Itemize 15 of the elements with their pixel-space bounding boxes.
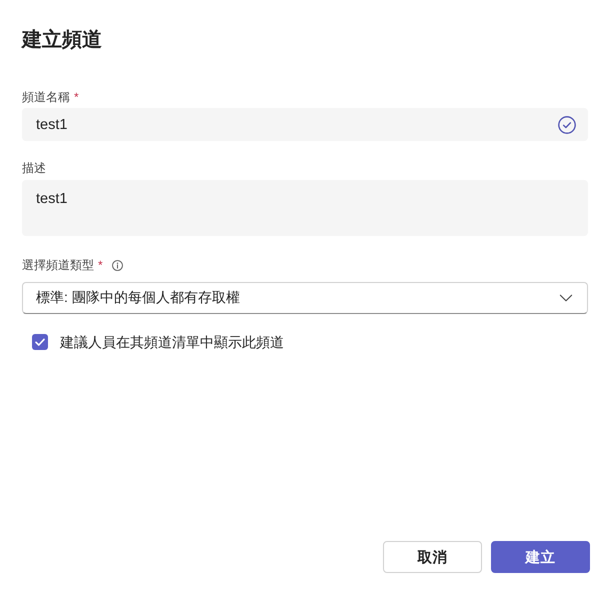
channel-name-field[interactable]: test1 (22, 108, 588, 141)
field-label: 頻道名稱 (22, 89, 70, 106)
create-button[interactable]: 建立 (491, 541, 590, 573)
checkbox-label[interactable]: 建議人員在其頻道清單中顯示此頻道 (60, 333, 284, 351)
chevron-down-icon (559, 294, 573, 302)
cancel-button[interactable]: 取消 (383, 541, 482, 573)
channel-type-dropdown[interactable]: 標準: 團隊中的每個人都有存取權 (22, 282, 588, 314)
checkbox[interactable] (32, 334, 48, 350)
required-mark: * (74, 89, 79, 106)
description-field[interactable]: test1 (22, 180, 588, 236)
required-mark: * (98, 257, 103, 274)
info-icon[interactable] (112, 260, 123, 270)
dialog-title: 建立頻道 (22, 28, 102, 52)
field-label: 描述 (22, 160, 46, 177)
field-label: 選擇頻道類型 (22, 257, 94, 274)
